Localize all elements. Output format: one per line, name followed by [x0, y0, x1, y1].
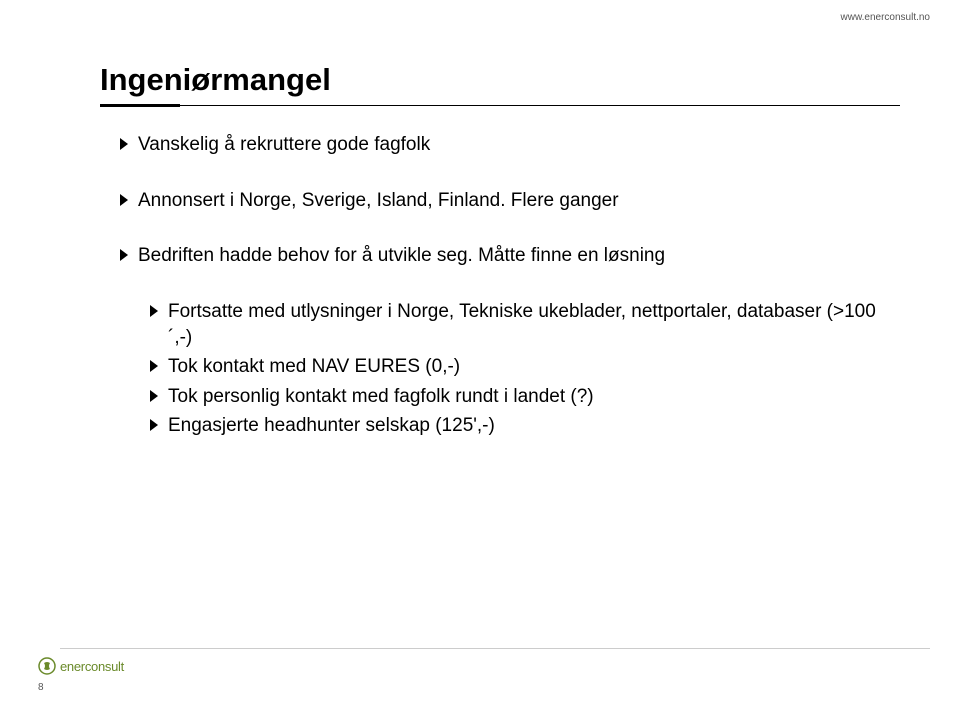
- bullet-item: Bedriften hadde behov for å utvikle seg.…: [120, 243, 880, 269]
- bullet-item: Annonsert i Norge, Sverige, Island, Finl…: [120, 188, 880, 214]
- arrow-icon: [150, 305, 158, 317]
- bullet-item: Tok kontakt med NAV EURES (0,-): [150, 354, 880, 380]
- page-number: 8: [38, 682, 44, 693]
- arrow-icon: [120, 138, 128, 150]
- sub-bullet-list: Fortsatte med utlysninger i Norge, Tekni…: [150, 299, 880, 439]
- bullet-item: Vanskelig å rekruttere gode fagfolk: [120, 132, 880, 158]
- arrow-icon: [120, 194, 128, 206]
- bullet-item: Fortsatte med utlysninger i Norge, Tekni…: [150, 299, 880, 350]
- header-url: www.enerconsult.no: [841, 12, 931, 23]
- bullet-text: Fortsatte med utlysninger i Norge, Tekni…: [168, 299, 880, 350]
- bullet-text: Bedriften hadde behov for å utvikle seg.…: [138, 243, 665, 269]
- page-title: Ingeniørmangel: [100, 62, 900, 102]
- arrow-icon: [150, 360, 158, 372]
- arrow-icon: [150, 419, 158, 431]
- footer-divider: [60, 648, 930, 649]
- logo-icon: [38, 657, 56, 675]
- bullet-text: Tok personlig kontakt med fagfolk rundt …: [168, 384, 594, 410]
- arrow-icon: [120, 249, 128, 261]
- bullet-text: Vanskelig å rekruttere gode fagfolk: [138, 132, 430, 158]
- title-underline: [100, 104, 900, 107]
- bullet-text: Engasjerte headhunter selskap (125',-): [168, 413, 495, 439]
- title-block: Ingeniørmangel: [100, 62, 900, 107]
- content-area: Vanskelig å rekruttere gode fagfolk Anno…: [120, 132, 880, 443]
- bullet-text: Annonsert i Norge, Sverige, Island, Finl…: [138, 188, 619, 214]
- footer: enerconsult 8: [0, 648, 960, 675]
- bullet-item: Tok personlig kontakt med fagfolk rundt …: [150, 384, 880, 410]
- bullet-item: Engasjerte headhunter selskap (125',-): [150, 413, 880, 439]
- bullet-text: Tok kontakt med NAV EURES (0,-): [168, 354, 460, 380]
- arrow-icon: [150, 390, 158, 402]
- logo-text: enerconsult: [60, 659, 124, 674]
- logo: enerconsult: [38, 657, 124, 675]
